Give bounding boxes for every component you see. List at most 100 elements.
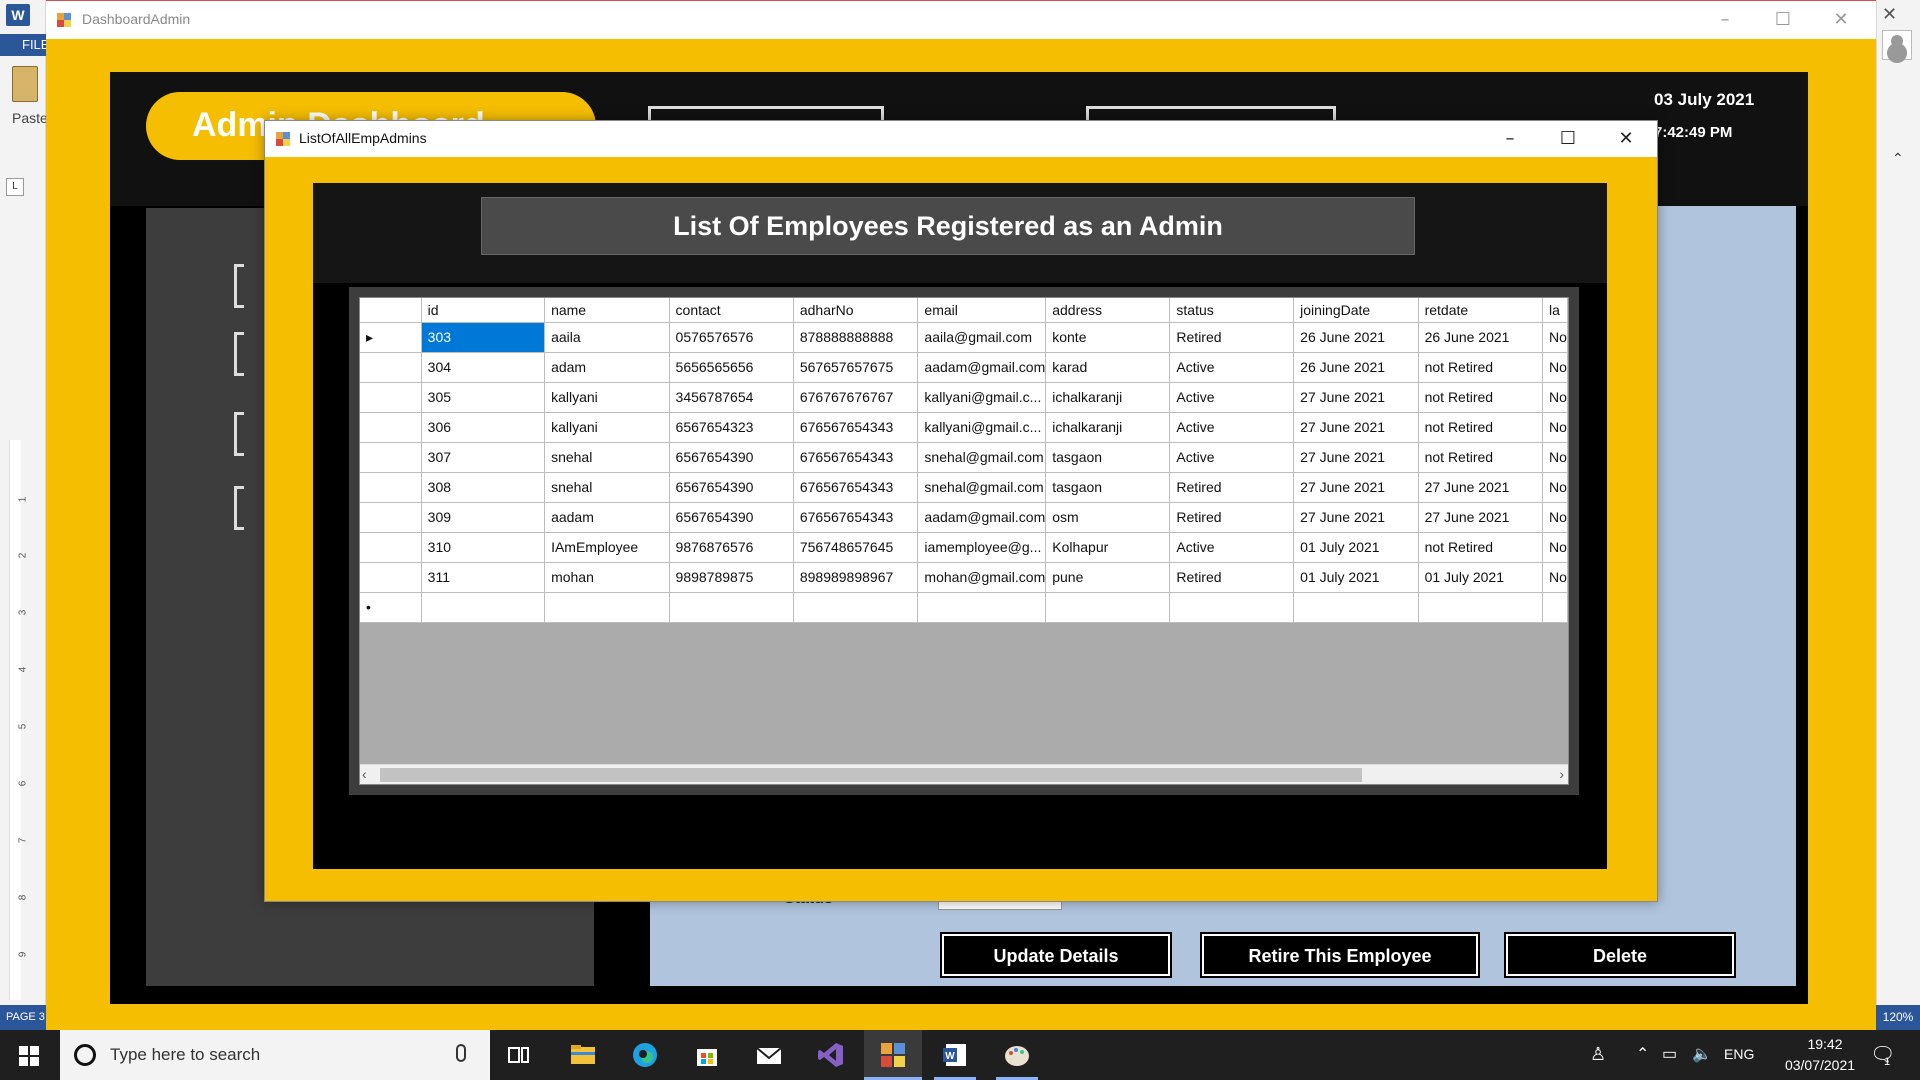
table-cell[interactable] (793, 592, 919, 623)
table-cell[interactable]: tasgaon (1045, 472, 1171, 503)
column-header[interactable]: contact (669, 298, 794, 323)
table-cell[interactable]: 9876876576 (669, 532, 794, 563)
table-cell[interactable]: 27 June 2021 (1418, 502, 1544, 533)
table-row[interactable]: 307 snehal 6567654390 676567654343 snehal@gm… (360, 442, 1568, 473)
scrollbar-thumb[interactable] (380, 768, 1362, 782)
clock-time[interactable]: 19:42 (1790, 1036, 1860, 1052)
scroll-left-icon[interactable]: ‹ (362, 766, 367, 782)
table-cell[interactable]: osm (1045, 502, 1171, 533)
table-cell[interactable]: not Retired (1418, 442, 1544, 473)
table-cell[interactable]: 898989898967 (793, 562, 919, 593)
paste-icon[interactable] (12, 66, 38, 102)
new-row[interactable]: • (360, 592, 1568, 623)
table-cell[interactable]: 6567654323 (669, 412, 794, 443)
table-cell[interactable]: No (1542, 352, 1568, 383)
table-cell[interactable]: mohan@gmail.com (917, 562, 1047, 593)
minimize-icon[interactable]: – (1710, 9, 1740, 31)
employee-grid[interactable]: id name contact adharNo email address st… (359, 297, 1569, 785)
network-icon[interactable]: ▭ (1662, 1044, 1677, 1064)
table-cell[interactable]: snehal@gmail.com (917, 472, 1047, 503)
table-cell[interactable]: 01 July 2021 (1293, 532, 1419, 563)
table-cell[interactable]: Active (1169, 412, 1295, 443)
column-header[interactable]: status (1169, 298, 1295, 323)
table-cell[interactable]: 676767676767 (793, 382, 919, 413)
table-cell[interactable]: 304 (421, 352, 546, 383)
table-cell[interactable]: 676567654343 (793, 472, 919, 503)
table-cell[interactable]: No (1542, 322, 1568, 353)
zoom-level[interactable]: 120% (1876, 1005, 1920, 1030)
column-header[interactable]: adharNo (793, 298, 919, 323)
table-cell[interactable]: Retired (1169, 502, 1295, 533)
word-icon[interactable]: W (940, 1040, 970, 1070)
table-row[interactable]: 306 kallyani 6567654323 676567654343 kallyan… (360, 412, 1568, 443)
table-cell[interactable]: 3456787654 (669, 382, 794, 413)
search-input[interactable]: Type here to search (110, 1045, 260, 1065)
table-cell[interactable]: iamemployee@g... (917, 532, 1047, 563)
table-cell[interactable]: aadam@gmail.com (917, 352, 1047, 383)
table-cell[interactable]: not Retired (1418, 412, 1544, 443)
table-cell[interactable]: Active (1169, 532, 1295, 563)
dialog-titlebar[interactable]: ListOfAllEmpAdmins – ☐ ✕ (265, 121, 1657, 157)
column-header[interactable]: address (1045, 298, 1171, 323)
row-header[interactable] (360, 472, 422, 503)
table-cell[interactable]: Active (1169, 352, 1295, 383)
mail-icon[interactable] (754, 1040, 784, 1070)
table-cell[interactable]: 26 June 2021 (1293, 352, 1419, 383)
table-cell[interactable] (1045, 592, 1171, 623)
table-cell[interactable]: 26 June 2021 (1418, 322, 1544, 353)
table-row[interactable]: 310 IAmEmployee 9876876576 756748657645 iame… (360, 532, 1568, 563)
table-cell[interactable]: 26 June 2021 (1293, 322, 1419, 353)
table-cell[interactable]: 01 July 2021 (1293, 562, 1419, 593)
table-cell[interactable]: No (1542, 562, 1568, 593)
table-cell[interactable] (544, 592, 670, 623)
table-cell[interactable]: 567657657675 (793, 352, 919, 383)
scroll-right-icon[interactable]: › (1559, 766, 1564, 782)
table-cell[interactable]: 305 (421, 382, 546, 413)
table-cell[interactable]: No (1542, 502, 1568, 533)
table-cell[interactable]: not Retired (1418, 532, 1544, 563)
table-cell[interactable]: IAmEmployee (544, 532, 670, 563)
table-cell[interactable]: 676567654343 (793, 442, 919, 473)
table-cell[interactable]: Active (1169, 382, 1295, 413)
table-cell[interactable]: Retired (1169, 562, 1295, 593)
avatar[interactable] (1882, 30, 1912, 60)
row-header[interactable] (360, 502, 422, 533)
table-cell[interactable]: 6567654390 (669, 502, 794, 533)
ruler-corner[interactable]: L (6, 178, 24, 196)
table-cell[interactable]: 303 (421, 322, 546, 353)
table-cell[interactable] (421, 592, 546, 623)
horizontal-scrollbar[interactable]: ‹ › (360, 764, 1568, 784)
paint-icon[interactable] (1002, 1040, 1032, 1070)
word-file-tab[interactable]: FILE (0, 34, 49, 56)
table-cell[interactable]: Active (1169, 442, 1295, 473)
edge-browser-icon[interactable] (630, 1040, 660, 1070)
table-cell[interactable]: aaila@gmail.com (917, 322, 1047, 353)
table-cell[interactable]: 27 June 2021 (1293, 382, 1419, 413)
nav-button[interactable] (234, 486, 244, 530)
table-cell[interactable]: 307 (421, 442, 546, 473)
table-cell[interactable]: mohan (544, 562, 670, 593)
minimize-icon[interactable]: – (1493, 127, 1527, 151)
table-row[interactable]: 311 mohan 9898789875 898989898967 mohan@gmai… (360, 562, 1568, 593)
table-cell[interactable]: aadam (544, 502, 670, 533)
table-cell[interactable]: aaila (544, 322, 670, 353)
table-cell[interactable]: 6567654390 (669, 472, 794, 503)
maximize-icon[interactable]: ☐ (1551, 127, 1585, 151)
table-cell[interactable]: 27 June 2021 (1293, 502, 1419, 533)
table-cell[interactable]: No (1542, 412, 1568, 443)
table-cell[interactable]: konte (1045, 322, 1171, 353)
maximize-icon[interactable]: ☐ (1768, 9, 1798, 31)
table-cell[interactable] (1169, 592, 1295, 623)
table-cell[interactable]: 27 June 2021 (1293, 442, 1419, 473)
notification-icon[interactable]: 🗨 (1870, 1042, 1895, 1067)
row-header[interactable]: • (360, 592, 422, 623)
retire-employee-button[interactable]: Retire This Employee (1200, 932, 1480, 978)
microphone-icon[interactable] (456, 1044, 466, 1062)
table-cell[interactable] (917, 592, 1047, 623)
clock-date[interactable]: 03/07/2021 (1770, 1057, 1870, 1073)
table-cell[interactable]: 308 (421, 472, 546, 503)
column-header[interactable]: la (1542, 298, 1568, 323)
row-header[interactable] (360, 412, 422, 443)
table-cell[interactable]: 27 June 2021 (1293, 472, 1419, 503)
close-icon[interactable]: ✕ (1882, 4, 1897, 25)
